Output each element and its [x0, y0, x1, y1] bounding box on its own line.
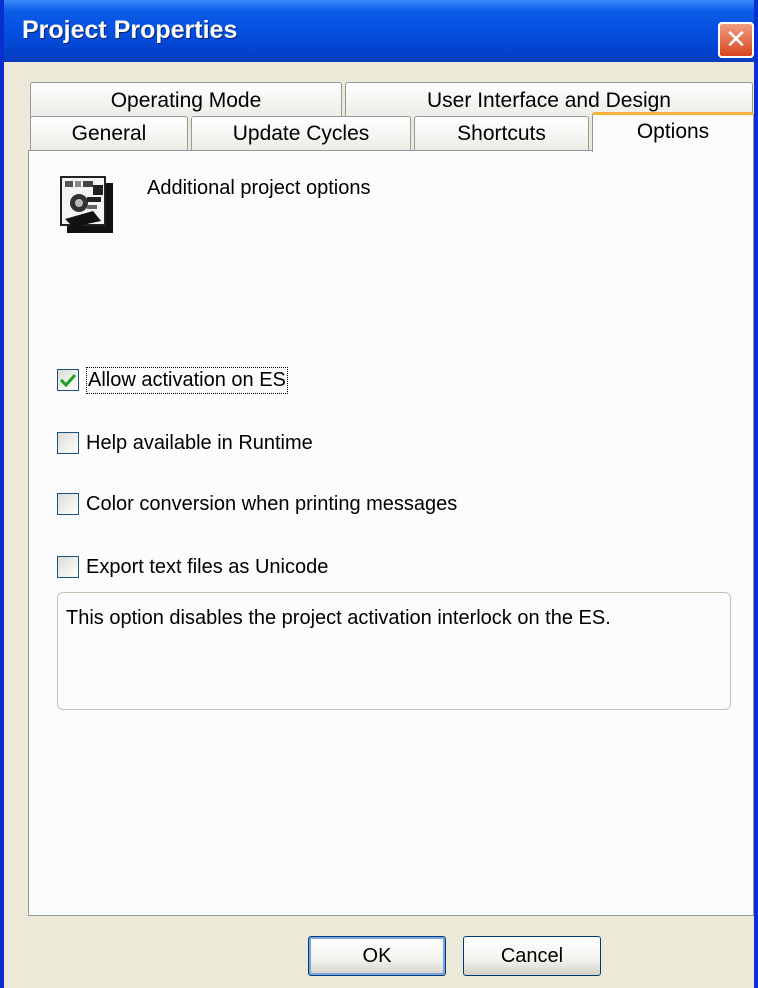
export-unicode-checkbox-row[interactable]: Export text files as Unicode [57, 554, 328, 580]
tab-label: Options [636, 120, 710, 143]
project-options-icon [60, 176, 113, 233]
option-description: This option disables the project activat… [66, 607, 611, 629]
tab-update-cycles[interactable]: Update Cycles [191, 116, 411, 151]
tab-label: Shortcuts [457, 122, 546, 145]
ok-button[interactable]: OK [308, 936, 446, 976]
color-conversion-checkbox-row[interactable]: Color conversion when printing messages [57, 491, 457, 517]
help-in-runtime-checkbox[interactable] [57, 432, 79, 454]
options-tab-panel: Additional project options Allow activat… [28, 150, 754, 916]
tab-operating-mode[interactable]: Operating Mode [30, 82, 342, 118]
allow-activation-checkbox-row[interactable]: Allow activation on ES [57, 366, 288, 394]
tab-label: General [71, 122, 147, 145]
cancel-button[interactable]: Cancel [463, 936, 601, 976]
color-conversion-checkbox[interactable] [57, 493, 79, 515]
help-in-runtime-label[interactable]: Help available in Runtime [86, 432, 313, 455]
color-conversion-label[interactable]: Color conversion when printing messages [86, 493, 457, 516]
tab-shortcuts[interactable]: Shortcuts [414, 116, 589, 151]
close-button[interactable]: ✕ [718, 22, 754, 58]
options-header: Additional project options [147, 177, 371, 199]
project-properties-dialog: Project Properties ✕ Operating Mode User… [0, 0, 758, 988]
tab-label: Operating Mode [110, 89, 262, 112]
tab-general[interactable]: General [30, 116, 188, 151]
export-unicode-label[interactable]: Export text files as Unicode [86, 556, 328, 579]
allow-activation-label[interactable]: Allow activation on ES [86, 366, 288, 394]
allow-activation-checkbox[interactable] [57, 369, 79, 391]
dialog-client-area: Operating Mode User Interface and Design… [10, 62, 754, 988]
description-box: This option disables the project activat… [57, 592, 731, 710]
tab-options[interactable]: Options [592, 112, 754, 152]
window-title: Project Properties [22, 16, 238, 44]
title-bar[interactable]: Project Properties ✕ [4, 0, 754, 62]
check-icon [60, 373, 76, 387]
export-unicode-checkbox[interactable] [57, 556, 79, 578]
help-in-runtime-checkbox-row[interactable]: Help available in Runtime [57, 430, 313, 456]
tab-label: Update Cycles [232, 122, 370, 145]
